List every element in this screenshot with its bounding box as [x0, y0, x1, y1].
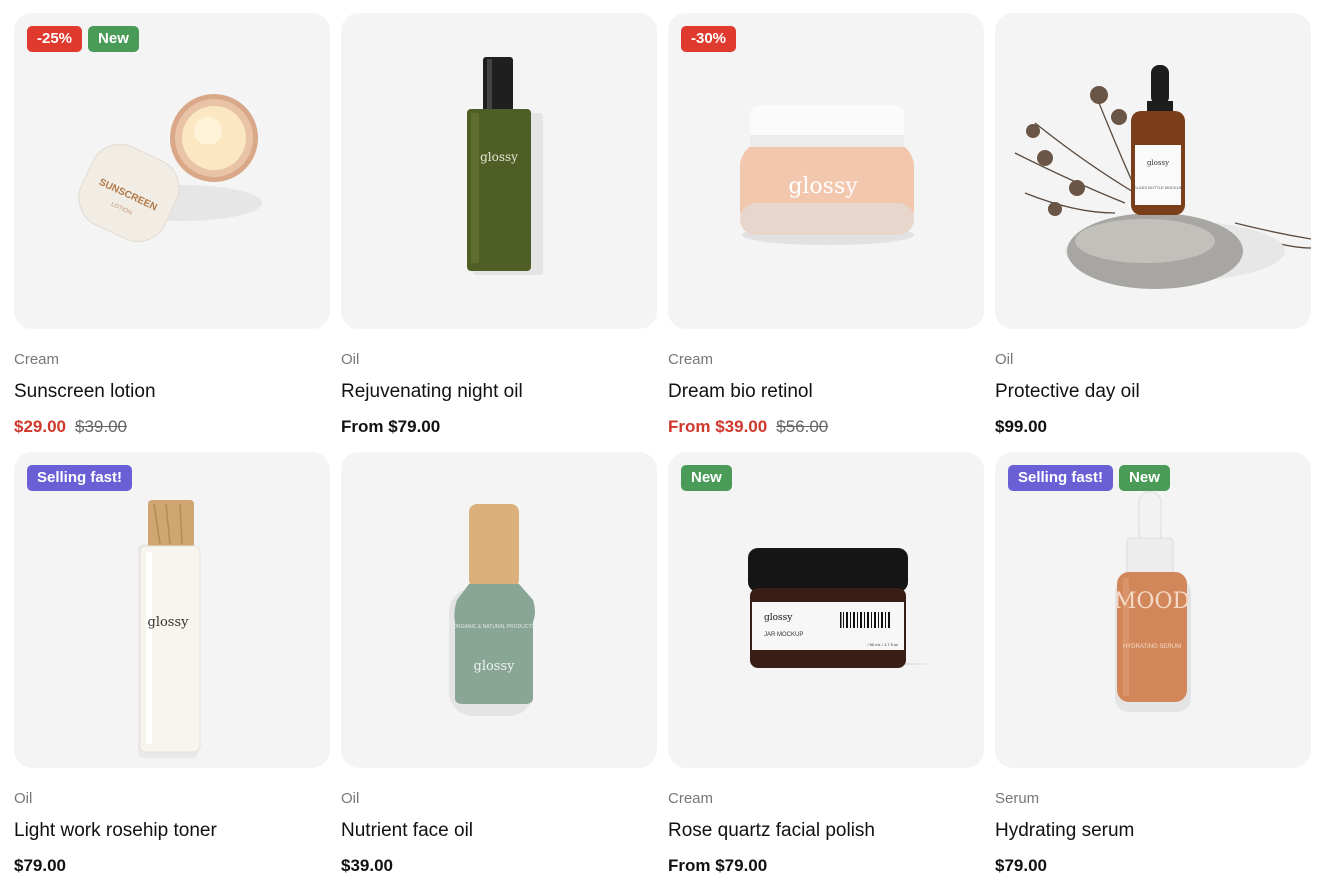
product-title[interactable]: Nutrient face oil	[341, 820, 657, 844]
dropper-bottle-on-stone-icon: glossy GLASS BOTTLE MOCKUP	[1014, 65, 1311, 289]
badge-group: -30%	[681, 26, 737, 52]
product-price: From $79.00	[668, 856, 768, 875]
badge: Selling fast!	[27, 465, 133, 491]
product-card[interactable]: glossy Oil Rejuvenating night oil From $…	[341, 13, 657, 452]
product-image-container[interactable]: glossy GLASS BOTTLE MOCKUP	[995, 13, 1311, 329]
product-category: Cream	[668, 351, 714, 368]
green-spray-bottle-icon: glossy	[467, 57, 543, 275]
product-title[interactable]: Sunscreen lotion	[14, 381, 330, 405]
price-row: $39.00	[341, 856, 657, 878]
black-lid-jar-icon: glossy JAR MOCKUP / 50 mL / 1.7 fl oz	[748, 548, 938, 668]
product-category: Cream	[14, 351, 60, 368]
svg-text:glossy: glossy	[764, 613, 793, 623]
svg-text:HYDRATING SERUM: HYDRATING SERUM	[1123, 644, 1181, 650]
badge-group: -25% New	[27, 26, 139, 52]
badge: New	[88, 26, 139, 52]
product-image-container[interactable]: glossy	[341, 13, 657, 329]
product-card[interactable]: glossy GLASS BOTTLE MOCKUP Oil Protectiv…	[995, 13, 1311, 452]
badge: -25%	[27, 26, 83, 52]
product-price: $99.00	[995, 417, 1047, 436]
product-title[interactable]: Protective day oil	[995, 381, 1311, 405]
product-image-container[interactable]: -25% New SUNSCREEN LOTION	[14, 13, 330, 329]
price-row: $99.00	[995, 417, 1311, 439]
product-price: From $79.00	[341, 417, 441, 436]
product-card[interactable]: glossy ORGANIC & NATURAL PRODUCTS Oil Nu…	[341, 452, 657, 891]
peach-cream-jar-icon: glossy	[740, 105, 914, 245]
product-card[interactable]: -30% glossy Cream Dream bio retinol From…	[668, 13, 984, 452]
badge-group: Selling fast! New	[1008, 465, 1170, 491]
price-row: $79.00	[14, 856, 330, 878]
svg-text:glossy: glossy	[1147, 159, 1169, 167]
badge-group: New	[681, 465, 732, 491]
product-category: Serum	[995, 790, 1040, 807]
price-row: From $79.00	[341, 417, 657, 439]
svg-text:MOOD: MOOD	[1114, 589, 1190, 614]
product-card[interactable]: New glossy JAR MOCKUP / 50 mL / 1.7 fl o…	[668, 452, 984, 891]
svg-text:glossy: glossy	[148, 615, 190, 630]
badge-group: Selling fast!	[27, 465, 133, 491]
product-image-container[interactable]: New glossy JAR MOCKUP / 50 mL / 1.7 fl o…	[668, 452, 984, 768]
product-category: Oil	[341, 790, 360, 807]
product-grid: -25% New SUNSCREEN LOTION Cream Sunscree…	[14, 13, 1312, 891]
price-row: From $79.00	[668, 856, 984, 878]
product-category: Oil	[14, 790, 33, 807]
compare-price: $56.00	[776, 417, 829, 436]
svg-text:glossy: glossy	[474, 659, 516, 674]
product-title[interactable]: Hydrating serum	[995, 820, 1311, 844]
sage-pump-bottle-icon: glossy ORGANIC & NATURAL PRODUCTS	[449, 504, 535, 716]
svg-text:GLASS BOTTLE MOCKUP: GLASS BOTTLE MOCKUP	[1134, 185, 1183, 190]
product-category: Cream	[668, 790, 714, 807]
cream-jar-open-icon: SUNSCREEN LOTION	[78, 94, 262, 242]
product-image-container[interactable]: glossy ORGANIC & NATURAL PRODUCTS	[341, 452, 657, 768]
badge: New	[681, 465, 732, 491]
badge: Selling fast!	[1008, 465, 1114, 491]
product-card[interactable]: -25% New SUNSCREEN LOTION Cream Sunscree…	[14, 13, 330, 452]
orange-dropper-serum-icon: MOOD HYDRATING SERUM	[1114, 491, 1191, 712]
product-card[interactable]: Selling fast! glossy Oil Light work rose…	[14, 452, 330, 891]
product-price: $39.00	[341, 856, 393, 875]
product-title[interactable]: Dream bio retinol	[668, 381, 984, 405]
price-row: From $39.00 $56.00	[668, 417, 984, 439]
product-image-container[interactable]: Selling fast! New MOOD HYDRATING SERUM	[995, 452, 1311, 768]
clear-toner-bottle-icon: glossy	[138, 500, 201, 758]
badge: -30%	[681, 26, 737, 52]
product-title[interactable]: Rose quartz facial polish	[668, 820, 984, 844]
svg-text:/ 50 mL / 1.7 fl oz: / 50 mL / 1.7 fl oz	[867, 642, 898, 647]
badge: New	[1119, 465, 1170, 491]
product-price: $29.00	[14, 417, 66, 436]
svg-text:ORGANIC & NATURAL PRODUCTS: ORGANIC & NATURAL PRODUCTS	[453, 624, 535, 630]
product-price: $79.00	[995, 856, 1047, 875]
svg-text:JAR MOCKUP: JAR MOCKUP	[764, 632, 803, 638]
product-image-container[interactable]: Selling fast! glossy	[14, 452, 330, 768]
product-card[interactable]: Selling fast! New MOOD HYDRATING SERUM S…	[995, 452, 1311, 891]
svg-text:glossy: glossy	[480, 150, 518, 164]
product-price: $79.00	[14, 856, 66, 875]
svg-text:glossy: glossy	[788, 174, 858, 199]
product-category: Oil	[341, 351, 360, 368]
compare-price: $39.00	[75, 417, 127, 436]
product-image-container[interactable]: -30% glossy	[668, 13, 984, 329]
product-title[interactable]: Light work rosehip toner	[14, 820, 330, 844]
product-price: From $39.00	[668, 417, 768, 436]
price-row: $79.00	[995, 856, 1311, 878]
product-category: Oil	[995, 351, 1014, 368]
price-row: $29.00 $39.00	[14, 417, 330, 439]
product-title[interactable]: Rejuvenating night oil	[341, 381, 657, 405]
